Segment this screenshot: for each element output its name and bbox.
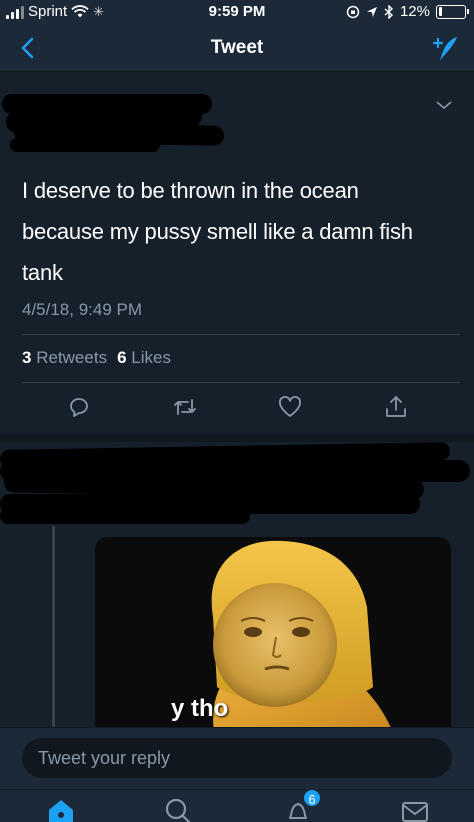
meme-caption: y tho (171, 695, 229, 722)
location-arrow-icon (366, 6, 377, 17)
battery-level (438, 7, 442, 16)
reply-input[interactable]: Tweet your reply (22, 738, 452, 778)
tweet-actions (0, 394, 474, 424)
orientation-lock-icon (346, 5, 360, 18)
reply-icon[interactable] (66, 394, 92, 420)
thread-line (52, 526, 55, 727)
notifications-badge: 6 (302, 788, 322, 808)
retweets-stat[interactable]: 3 Retweets (22, 348, 107, 368)
likes-label: Likes (131, 348, 171, 367)
retweets-label: Retweets (36, 348, 108, 367)
tweet-text: I deserve to be thrown in the ocean beca… (22, 178, 413, 285)
retweets-count: 3 (22, 348, 32, 367)
likes-count: 6 (117, 348, 127, 367)
tab-bar: 6 (0, 788, 474, 822)
search-icon[interactable] (163, 796, 193, 822)
meme-illustration (211, 540, 391, 727)
battery-icon (436, 4, 469, 19)
reply-bar: Tweet your reply (0, 727, 474, 789)
section-divider (0, 434, 474, 442)
tweet-timestamp: 4/5/18, 9:49 PM (22, 300, 143, 319)
reply-media-image[interactable]: y tho (95, 537, 451, 727)
retweet-icon[interactable] (172, 394, 198, 420)
compose-tweet-icon[interactable] (430, 34, 460, 64)
bluetooth-icon (384, 4, 393, 19)
divider-line (22, 334, 460, 335)
likes-stat[interactable]: 6 Likes (117, 348, 171, 368)
divider-line (22, 382, 460, 383)
page-title: Tweet (210, 37, 264, 58)
tweet-stats: 3 Retweets 6 Likes (22, 348, 171, 368)
battery-percent: 12% (399, 3, 430, 20)
chevron-down-icon[interactable] (436, 100, 452, 110)
messages-envelope-icon[interactable] (400, 796, 430, 822)
like-heart-icon[interactable] (277, 394, 303, 420)
share-icon[interactable] (383, 394, 409, 420)
main-tweet: I deserve to be thrown in the ocean beca… (0, 72, 474, 434)
reply-tweet[interactable]: y tho (0, 442, 474, 727)
nav-bar: Tweet (0, 24, 474, 72)
status-bar: Sprint ✳ 9:59 PM 12% (0, 0, 474, 24)
status-right: 12% (346, 3, 469, 20)
home-icon[interactable] (46, 796, 76, 822)
